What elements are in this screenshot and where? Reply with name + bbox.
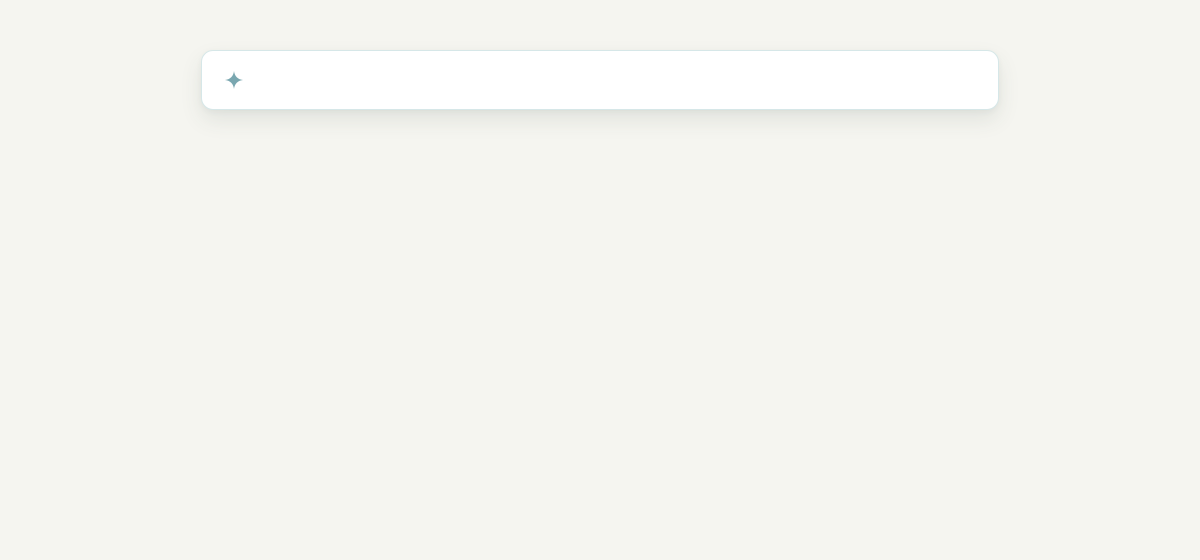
prompt-bar[interactable] (201, 50, 999, 110)
prompt-input[interactable] (256, 51, 986, 109)
sparkle-shape (225, 71, 243, 89)
sparkle-icon (225, 71, 243, 89)
